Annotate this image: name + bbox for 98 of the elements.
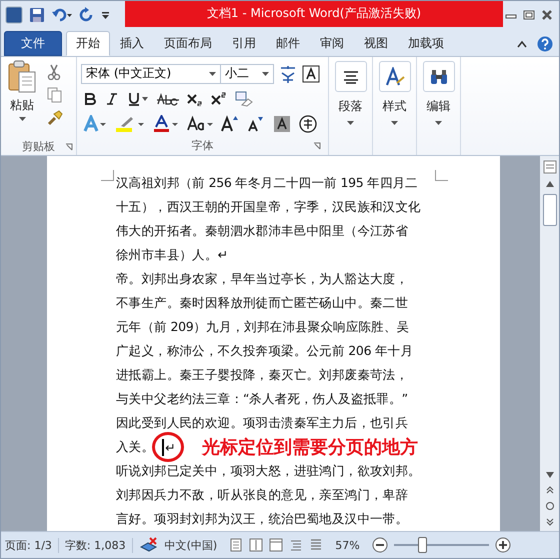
ribbon-tab[interactable]: 引用 (222, 31, 266, 56)
text-line: 与关中父老约法三章：“杀人者死，伤人及盗抵罪。” (116, 390, 408, 408)
strikethrough-icon[interactable] (157, 92, 179, 106)
binoculars-icon (430, 68, 448, 84)
ribbon-tab[interactable]: 审阅 (310, 31, 354, 56)
text-line: 徐州市丰县）人。↵ (116, 246, 228, 264)
browse-object-icon[interactable] (544, 501, 554, 511)
bold-icon[interactable] (83, 92, 97, 106)
group-label: 字体 (192, 138, 214, 152)
ribbon-tab[interactable]: 插入 (110, 31, 154, 56)
group-label: 剪贴板 (22, 138, 55, 154)
text-line: 帝。刘邦出身农家，早年当过亭长，为人豁达大度， (116, 270, 408, 288)
text-line: 伟大的开拓者。秦朝泗水郡沛丰邑中阳里（今江苏省 (116, 222, 408, 240)
file-tab[interactable]: 文件 (4, 31, 62, 56)
vertical-scrollbar[interactable] (540, 156, 559, 531)
text-effects-icon[interactable] (83, 114, 107, 132)
clear-formatting-icon[interactable] (235, 90, 253, 106)
full-screen-icon[interactable] (249, 538, 264, 552)
text-line: 刘邦因兵力不敌，听从张良的意见，亲至鸿门，卑辞 (116, 486, 408, 504)
collapse-ribbon-icon[interactable] (517, 40, 527, 48)
text-line: 进抵霸上。秦王子婴投降，秦灭亡。刘邦废秦苛法， (116, 366, 408, 384)
caret-icon (347, 121, 354, 125)
underline-icon[interactable] (127, 92, 149, 106)
editing-button[interactable]: 编辑 (422, 61, 454, 125)
font-size-dropdown[interactable]: 小二 (220, 64, 274, 84)
caret-icon (209, 72, 216, 76)
next-page-icon[interactable] (544, 517, 554, 527)
scroll-up-icon[interactable] (544, 180, 554, 188)
text-line: 入关。 (116, 438, 154, 456)
caret-icon (435, 121, 442, 125)
brush-icon[interactable] (47, 110, 63, 126)
save-icon[interactable] (29, 6, 45, 22)
word-count[interactable]: 字数: 1,083 (64, 538, 133, 552)
print-layout-icon[interactable] (229, 538, 244, 552)
annotation-text: 光标定位到需要分页的地方 (202, 436, 418, 459)
paste-button[interactable]: 粘贴 (3, 60, 41, 137)
previous-page-icon[interactable] (544, 485, 554, 495)
styles-icon (384, 66, 404, 86)
grow-font-icon[interactable] (221, 114, 239, 132)
zoom-out-icon[interactable] (372, 537, 388, 553)
subscript-icon[interactable] (187, 92, 203, 106)
ribbon-tab[interactable]: 开始 (66, 31, 110, 56)
styles-button[interactable]: 样式 (378, 61, 410, 125)
page-count[interactable]: 页面: 1/3 (5, 538, 59, 552)
scissors-icon[interactable] (47, 64, 61, 80)
zoom-percentage[interactable]: 57% (335, 538, 366, 552)
italic-icon[interactable] (105, 92, 119, 106)
text-line: 因此受到人民的欢迎。项羽击溃秦军主力后，也引兵 (116, 414, 408, 432)
scroll-down-icon[interactable] (544, 471, 554, 479)
zoom-slider-thumb[interactable] (418, 537, 428, 553)
superscript-icon[interactable] (211, 92, 227, 106)
text-line: 元年（前 209）九月，刘邦在沛县聚众响应陈胜、吴 (116, 318, 410, 336)
window-title: 文档1 - Microsoft Word(产品激活失败) (206, 5, 422, 22)
character-shading-icon[interactable] (273, 114, 291, 132)
paragraph-mark: ↵ (165, 440, 176, 454)
text-line: 汉高祖刘邦（前 256 年冬月二十四一前 195 年四月二 (116, 174, 418, 192)
ribbon-tab[interactable]: 加载项 (398, 31, 454, 56)
language-indicator[interactable]: 中文(中国) (164, 538, 224, 552)
ribbon-tab[interactable]: 页面布局 (154, 31, 222, 56)
highlight-icon[interactable] (115, 114, 145, 132)
clipboard-icon (7, 60, 37, 94)
text-line: 听说刘邦已定关中，项羽大怒，进驻鸿门，欲攻刘邦。 (116, 462, 421, 480)
enclosed-character-icon[interactable] (299, 114, 317, 132)
caret-icon (262, 72, 269, 76)
copy-icon[interactable] (47, 87, 63, 103)
phonetic-guide-icon[interactable] (278, 64, 298, 84)
dialog-launcher-icon[interactable] (65, 143, 73, 151)
highlight-circle (152, 432, 184, 462)
font-name-dropdown[interactable]: 宋体 (中文正文) (81, 64, 221, 84)
close-icon[interactable] (541, 10, 553, 20)
zoom-in-icon[interactable] (494, 537, 511, 553)
margin-mark (435, 170, 448, 181)
proofing-icon[interactable] (138, 537, 159, 553)
maximize-icon[interactable] (523, 10, 535, 20)
ribbon-tab[interactable]: 邮件 (266, 31, 310, 56)
character-border-icon[interactable] (302, 64, 320, 82)
text-line: 不事生产。秦时因释放刑徒而亡匿芒砀山中。秦二世 (116, 294, 408, 312)
scroll-thumb[interactable] (542, 194, 556, 226)
caret-icon (18, 117, 26, 121)
text-line: 广起义，称沛公，不久投奔项梁。公元前 206 年十月 (116, 342, 414, 360)
help-icon[interactable] (537, 36, 553, 52)
text-line: 十五），西汉王朝的开国皇帝，字季，汉民族和汉文化 (116, 198, 421, 216)
dialog-launcher-icon[interactable] (313, 142, 321, 150)
ruler-toggle-icon[interactable] (542, 160, 556, 174)
text-line: 言好。项羽封刘邦为汉王，统治巴蜀地及汉中一带。 (116, 510, 408, 528)
margin-mark (101, 170, 114, 181)
paragraph-button[interactable]: 段落 (334, 61, 366, 125)
change-case-icon[interactable] (187, 114, 213, 132)
web-layout-icon[interactable] (269, 538, 284, 552)
ribbon-tab[interactable]: 视图 (354, 31, 398, 56)
align-icon (342, 70, 358, 84)
shrink-font-icon[interactable] (247, 114, 265, 132)
caret-icon (391, 121, 398, 125)
draft-icon[interactable] (309, 538, 324, 552)
font-color-icon[interactable] (153, 114, 179, 132)
outline-icon[interactable] (289, 538, 304, 552)
redo-icon[interactable] (79, 6, 95, 22)
undo-icon[interactable] (51, 6, 73, 22)
